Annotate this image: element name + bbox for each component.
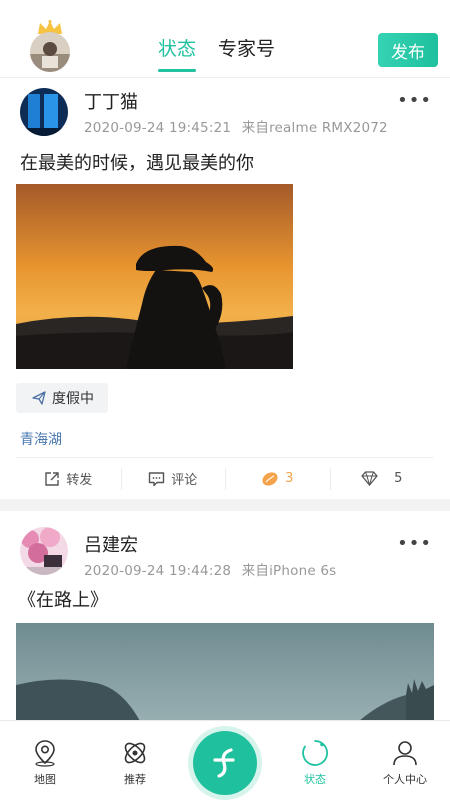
more-options-icon[interactable]: ••• [397, 533, 432, 554]
map-pin-icon [35, 740, 55, 767]
comment-icon [149, 471, 165, 486]
paper-plane-icon [32, 391, 46, 405]
orbit-icon [124, 742, 146, 764]
post-card: 吕建宏 2020-09-24 19:44:28 来自iPhone 6s ••• … [0, 511, 450, 720]
bottom-nav: 地图 推荐 状态 个人中心 [0, 720, 450, 800]
nav-label-profile: 个人中心 [383, 773, 427, 786]
plus-logo-icon [213, 748, 235, 778]
post-timestamp: 2020-09-24 19:44:28 [84, 563, 232, 579]
nav-item-center[interactable] [180, 721, 270, 800]
post-avatar[interactable] [20, 527, 68, 575]
status-circle-icon [302, 740, 328, 766]
repost-button[interactable]: 转发 [16, 458, 121, 499]
nav-label-map: 地图 [34, 773, 56, 786]
post-text: 《在路上》 [18, 590, 108, 611]
repost-label: 转发 [66, 473, 93, 488]
publish-button[interactable]: 发布 [378, 33, 438, 67]
nav-label-status: 状态 [304, 773, 326, 786]
post-avatar[interactable] [20, 88, 68, 136]
post-actions: 转发 评论 3 5 [16, 457, 434, 499]
post-text: 在最美的时候，遇见最美的你 [20, 153, 254, 174]
post-username[interactable]: 吕建宏 [84, 531, 138, 557]
nav-item-profile[interactable]: 个人中心 [360, 721, 450, 800]
nav-item-recommend[interactable]: 推荐 [90, 721, 180, 800]
tab-status[interactable]: 状态 [158, 34, 197, 72]
post-meta: 2020-09-24 19:44:28 来自iPhone 6s [84, 559, 336, 579]
center-action-button[interactable] [193, 731, 257, 795]
post-meta: 2020-09-24 19:45:21 来自realme RMX2072 [84, 116, 388, 136]
nav-item-map[interactable]: 地图 [0, 721, 90, 800]
like-count: 3 [285, 471, 294, 486]
location-link[interactable]: 青海湖 [0, 413, 450, 457]
post-username[interactable]: 丁丁猫 [84, 88, 138, 114]
diamond-icon [361, 471, 378, 486]
post-card: 丁丁猫 2020-09-24 19:45:21 来自realme RMX2072… [0, 78, 450, 499]
comment-button[interactable]: 评论 [120, 458, 226, 499]
header-tabs: 状态 专家号 [158, 34, 275, 72]
nav-label-recommend: 推荐 [124, 773, 146, 786]
like-button[interactable]: 3 [225, 458, 330, 499]
post-separator [0, 499, 450, 511]
post-source: 来自realme RMX2072 [241, 120, 388, 136]
top-header: 状态 专家号 发布 [0, 0, 450, 78]
person-icon [393, 741, 417, 766]
post-photo[interactable] [16, 623, 434, 720]
post-source: 来自iPhone 6s [241, 563, 337, 579]
gem-count: 5 [394, 471, 403, 486]
bean-icon [262, 471, 278, 486]
tab-experts[interactable]: 专家号 [218, 34, 275, 70]
avatar [30, 32, 70, 72]
feed[interactable]: 丁丁猫 2020-09-24 19:45:21 来自realme RMX2072… [0, 78, 450, 720]
gem-button[interactable]: 5 [329, 458, 435, 499]
activity-tag[interactable]: 度假中 [16, 383, 108, 413]
nav-item-status[interactable]: 状态 [270, 721, 360, 800]
share-icon [45, 471, 59, 486]
post-timestamp: 2020-09-24 19:45:21 [84, 120, 232, 136]
post-photo[interactable] [16, 184, 293, 369]
activity-tag-label: 度假中 [52, 391, 94, 407]
profile-avatar-button[interactable] [28, 20, 72, 72]
more-options-icon[interactable]: ••• [397, 90, 432, 111]
comment-label: 评论 [171, 473, 198, 488]
